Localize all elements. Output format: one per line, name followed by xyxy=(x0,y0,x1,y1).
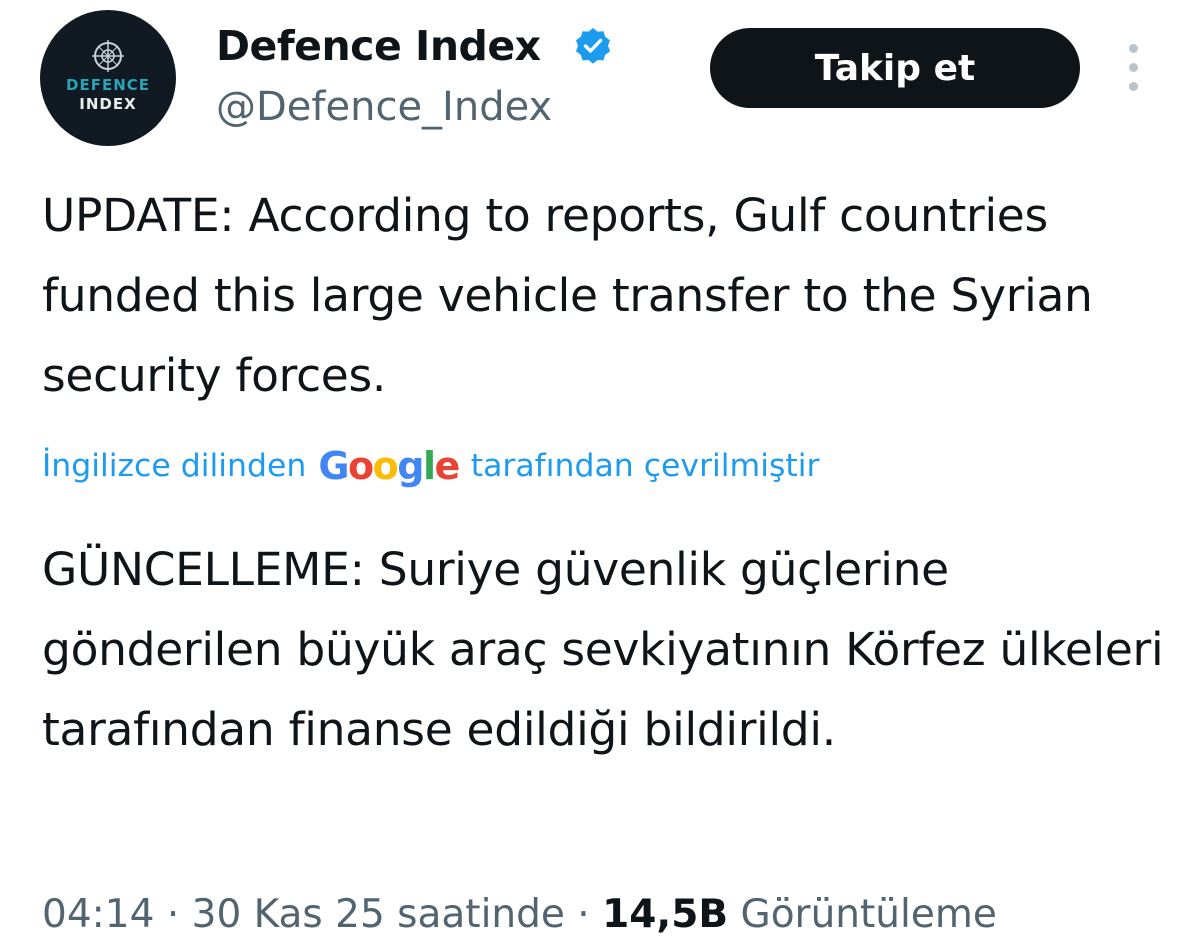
views-label: Görüntüleme xyxy=(740,892,997,937)
tweet-original-text: UPDATE: According to reports, Gulf count… xyxy=(42,189,1093,402)
translation-suffix: tarafından çevrilmiştir xyxy=(470,448,820,484)
avatar[interactable]: DEFENCE INDEX xyxy=(40,10,176,146)
follow-button[interactable]: Takip et xyxy=(710,28,1080,108)
google-logo: Google xyxy=(318,444,460,488)
tweet: DEFENCE INDEX Defence Index @Defence_Ind… xyxy=(0,0,1200,941)
tweet-date[interactable]: 30 Kas 25 saatinde xyxy=(192,892,565,937)
more-dot xyxy=(1129,82,1138,91)
author-display-name[interactable]: Defence Index xyxy=(216,22,541,70)
more-dot xyxy=(1129,44,1138,53)
tweet-meta: 04:14 · 30 Kas 25 saatinde · 14,5B Görün… xyxy=(42,892,997,937)
translation-note[interactable]: İngilizce dilinden Google tarafından çev… xyxy=(42,444,819,488)
views-count[interactable]: 14,5B xyxy=(602,892,728,937)
avatar-logo-text-bottom: INDEX xyxy=(79,95,137,113)
tweet-time[interactable]: 04:14 xyxy=(42,892,154,937)
translation-prefix: İngilizce dilinden xyxy=(42,448,307,484)
author-handle[interactable]: @Defence_Index xyxy=(216,84,552,130)
tweet-translated-text: GÜNCELLEME: Suriye güvenlik güçlerine gö… xyxy=(42,543,1164,756)
more-options-icon[interactable] xyxy=(1118,40,1148,96)
verified-badge-icon xyxy=(576,28,610,64)
meta-separator: · xyxy=(577,892,590,937)
meta-separator: · xyxy=(166,892,180,937)
more-dot xyxy=(1129,63,1138,72)
avatar-logo-text-top: DEFENCE xyxy=(66,76,150,94)
